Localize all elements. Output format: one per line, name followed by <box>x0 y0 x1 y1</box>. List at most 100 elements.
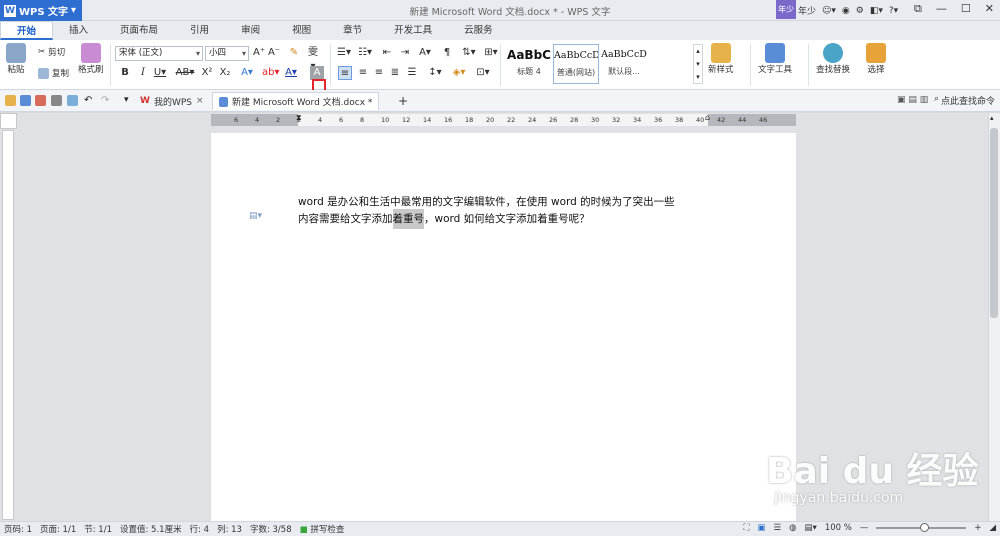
spell-check-button[interactable]: ■ 拼写检查 <box>296 523 349 535</box>
wps-icon: W <box>140 96 150 106</box>
grow-font-icon[interactable]: A⁺ <box>252 46 266 60</box>
redo-icon[interactable]: ↷ <box>101 95 112 106</box>
export-pdf-icon[interactable] <box>35 95 46 106</box>
increase-indent-icon[interactable]: ⇥ <box>398 46 412 60</box>
style-default-paragraph[interactable]: AaBbCcD 默认段... <box>601 44 647 84</box>
character-shading-icon[interactable]: A <box>310 66 324 80</box>
phonetic-icon[interactable]: 雯▾ <box>306 46 320 72</box>
decrease-indent-icon[interactable]: ⇤ <box>380 46 394 60</box>
style-normal-web[interactable]: AaBbCcD 普通(网站) <box>553 44 599 84</box>
font-color-icon[interactable]: A▾ <box>284 66 298 80</box>
undo-icon[interactable]: ↶ <box>84 95 95 106</box>
avatar[interactable]: 年少 <box>776 0 796 19</box>
scroll-up-icon[interactable]: ▴ <box>990 114 994 122</box>
open-icon[interactable] <box>5 95 16 106</box>
maximize-icon[interactable]: ☐ <box>961 2 971 16</box>
sort-icon[interactable]: ⇅▾ <box>462 46 476 60</box>
underline-icon[interactable]: U▾ <box>153 66 167 80</box>
close-icon[interactable]: ✕ <box>985 2 994 16</box>
bold-icon[interactable]: B <box>118 66 132 80</box>
tab-section[interactable]: 章节 <box>327 21 378 40</box>
settings-icon[interactable]: ⚙ <box>856 6 864 16</box>
web-view-icon[interactable]: ◍ <box>789 523 796 533</box>
subscript-icon[interactable]: X₂ <box>218 66 232 80</box>
highlight-color-icon[interactable]: ab▾ <box>262 66 280 80</box>
save-icon[interactable] <box>20 95 31 106</box>
status-word-count[interactable]: 字数: 3/58 <box>246 523 296 535</box>
show-hide-icon[interactable]: ¶ <box>440 46 454 60</box>
format-painter-button[interactable]: 格式刷 <box>78 43 104 75</box>
tab-developer[interactable]: 开发工具 <box>378 21 448 40</box>
zoom-level[interactable]: 100 % <box>825 523 852 533</box>
minimize-icon[interactable]: — <box>936 2 947 16</box>
text-tools-button[interactable]: 文字工具 <box>758 43 792 75</box>
full-screen-icon[interactable]: ⛶ <box>743 523 749 533</box>
toolbar-icons[interactable]: ▣ ▤ ▥ <box>897 95 928 105</box>
ruler-tick-label: 8 <box>360 116 365 124</box>
justify-icon[interactable]: ≣ <box>388 66 402 80</box>
sync-icon[interactable]: ◉ <box>842 6 850 16</box>
paragraph-icon[interactable]: ▤▾ <box>249 211 262 221</box>
outline-view-icon[interactable]: ☰ <box>773 523 781 533</box>
smiley-icon[interactable]: ☺▾ <box>822 6 836 16</box>
skin-icon[interactable]: ◧▾ <box>870 6 883 16</box>
scrollbar-thumb[interactable] <box>990 128 998 318</box>
shrink-font-icon[interactable]: A⁻ <box>267 46 281 60</box>
tab-insert[interactable]: 插入 <box>53 21 104 40</box>
tab-my-wps[interactable]: W 我的WPS × <box>134 92 210 110</box>
font-size-select[interactable]: 小四 <box>205 46 249 61</box>
cut-button[interactable]: ✂ 剪切 <box>38 46 65 58</box>
title-bar-tools: 年少 ☺▾ ◉ ⚙ ◧▾ ?▾ <box>798 3 898 18</box>
superscript-icon[interactable]: X² <box>200 66 214 80</box>
align-center-icon[interactable]: ≡ <box>356 66 370 80</box>
copy-button[interactable]: 复制 <box>38 67 69 79</box>
style-heading-4[interactable]: AaBbC 标题 4 <box>506 44 552 84</box>
bullets-icon[interactable]: ☰▾ <box>336 46 352 60</box>
text-effect-icon[interactable]: A▾ <box>240 66 254 80</box>
zoom-in-icon[interactable]: + <box>974 523 981 533</box>
italic-icon[interactable]: I <box>136 66 150 80</box>
restore-icon[interactable]: ⧉ <box>914 2 922 16</box>
document-page[interactable] <box>211 133 796 523</box>
shading-icon[interactable]: ◈▾ <box>452 66 466 80</box>
align-left-icon[interactable]: ≡ <box>338 66 352 80</box>
borders-icon[interactable]: ⊡▾ <box>476 66 490 80</box>
tab-view[interactable]: 视图 <box>276 21 327 40</box>
page-view-icon[interactable]: ▣ <box>757 523 765 533</box>
tab-page-layout[interactable]: 页面布局 <box>104 21 174 40</box>
command-search[interactable]: ⌕ 点此查找命令 <box>934 94 995 107</box>
align-right-icon[interactable]: ≡ <box>372 66 386 80</box>
paste-button[interactable]: 粘贴 <box>6 43 26 75</box>
select-button[interactable]: 选择 <box>866 43 886 75</box>
chinese-layout-icon[interactable]: A▾ <box>418 46 432 60</box>
zoom-slider-handle[interactable] <box>920 523 930 532</box>
clear-format-icon[interactable]: ✎ <box>287 46 301 60</box>
new-tab-button[interactable]: + <box>392 92 414 110</box>
zoom-slider[interactable] <box>876 523 967 532</box>
font-name-select[interactable]: 宋体 (正文) <box>115 46 203 61</box>
strikethrough-icon[interactable]: AB▾ <box>175 66 195 80</box>
table-icon[interactable]: ⊞▾ <box>484 46 498 60</box>
line-spacing-icon[interactable]: ↕▾ <box>428 66 442 80</box>
new-style-button[interactable]: 新样式 <box>708 43 734 75</box>
tab-home[interactable]: 开始 <box>0 21 54 40</box>
right-indent-marker[interactable]: ⌂ <box>705 113 710 122</box>
tab-document[interactable]: 新建 Microsoft Word 文档.docx * <box>212 92 380 110</box>
print-preview-icon[interactable] <box>67 95 78 106</box>
tab-references[interactable]: 引用 <box>174 21 225 40</box>
tab-review[interactable]: 审阅 <box>225 21 276 40</box>
tab-cloud[interactable]: 云服务 <box>448 21 509 40</box>
distributed-icon[interactable]: ☰ <box>405 66 419 80</box>
find-replace-button[interactable]: 查找替换 <box>816 43 850 75</box>
reading-view-icon[interactable]: ▤▾ <box>805 523 817 533</box>
user-name[interactable]: 年少 <box>798 4 816 17</box>
document-text[interactable]: word 是办公和生活中最常用的文字编辑软件，在使用 word 的时候为了突出一… <box>298 194 718 229</box>
style-gallery-scroll[interactable]: ▴ ▾ ▾ <box>693 44 703 84</box>
ruler-toggle[interactable] <box>0 113 17 129</box>
numbering-icon[interactable]: ☷▾ <box>357 46 373 60</box>
print-icon[interactable] <box>51 95 62 106</box>
close-icon[interactable]: × <box>196 96 204 106</box>
zoom-out-icon[interactable]: — <box>860 523 869 533</box>
app-menu-button[interactable]: W WPS 文字 ▾ <box>0 0 82 21</box>
help-icon[interactable]: ?▾ <box>889 6 898 16</box>
